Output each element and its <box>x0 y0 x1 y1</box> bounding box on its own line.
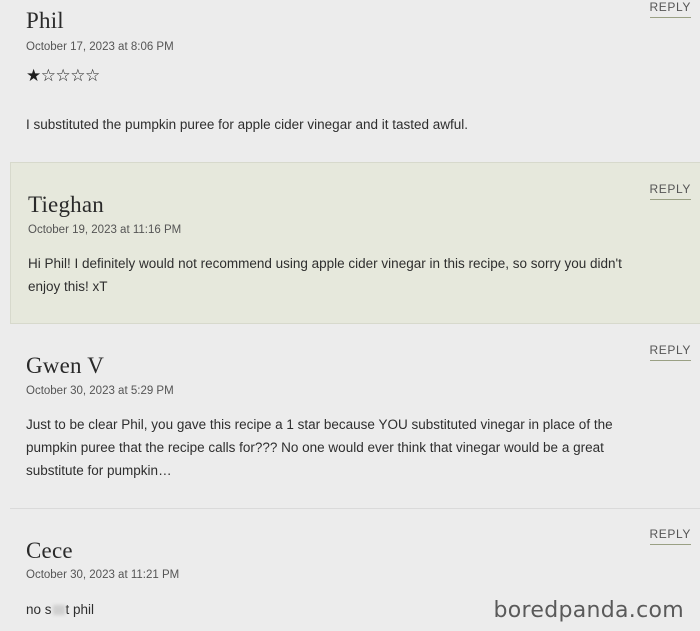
comment-author: Cece <box>26 538 73 563</box>
comment-phil: REPLY Phil October 17, 2023 at 8:06 PM ★… <box>0 0 700 160</box>
comment-text-end: t phil <box>65 602 95 617</box>
censor-blur <box>52 605 65 615</box>
comment-author: Gwen V <box>26 353 105 378</box>
comment-text: Just to be clear Phil, you gave this rec… <box>26 413 613 482</box>
comment-text-line: substitute for pumpkin… <box>26 463 172 478</box>
comment-text-line: pumpkin puree that the recipe calls for?… <box>26 440 604 455</box>
comment-date: October 17, 2023 at 8:06 PM <box>26 41 174 53</box>
watermark-logo: boredpanda.com <box>493 598 684 623</box>
star-filled-icon: ★ <box>26 66 41 85</box>
star-empty-icon: ☆ <box>85 66 100 85</box>
star-empty-icon: ☆ <box>55 66 71 85</box>
comment-text-line: enjoy this! xT <box>28 279 108 294</box>
star-rating: ★☆☆☆☆ <box>26 66 100 86</box>
comment-date: October 30, 2023 at 11:21 PM <box>26 569 180 581</box>
reply-button[interactable]: REPLY <box>649 182 691 200</box>
comment-author: Phil <box>26 8 64 33</box>
reply-button[interactable]: REPLY <box>649 343 691 361</box>
comment-gwen-v: REPLY Gwen V October 30, 2023 at 5:29 PM… <box>0 326 700 508</box>
comment-tieghan: REPLY Tieghan October 19, 2023 at 11:16 … <box>10 162 700 324</box>
reply-button[interactable]: REPLY <box>649 0 691 18</box>
star-empty-icon: ☆ <box>70 66 85 85</box>
star-empty-icon: ☆ <box>40 66 56 85</box>
comment-text: no s t phil <box>26 598 94 621</box>
comment-date: October 30, 2023 at 5:29 PM <box>26 385 174 397</box>
comment-text-line: Just to be clear Phil, you gave this rec… <box>26 417 613 432</box>
comment-text: I substituted the pumpkin puree for appl… <box>26 117 469 132</box>
comment-text-start: no s <box>26 602 52 617</box>
comment-text-line: Hi Phil! I definitely would not recommen… <box>28 256 622 271</box>
comment-author: Tieghan <box>28 192 104 217</box>
reply-button[interactable]: REPLY <box>649 527 691 545</box>
comment-date: October 19, 2023 at 11:16 PM <box>28 224 182 236</box>
comment-text: Hi Phil! I definitely would not recommen… <box>28 252 622 298</box>
